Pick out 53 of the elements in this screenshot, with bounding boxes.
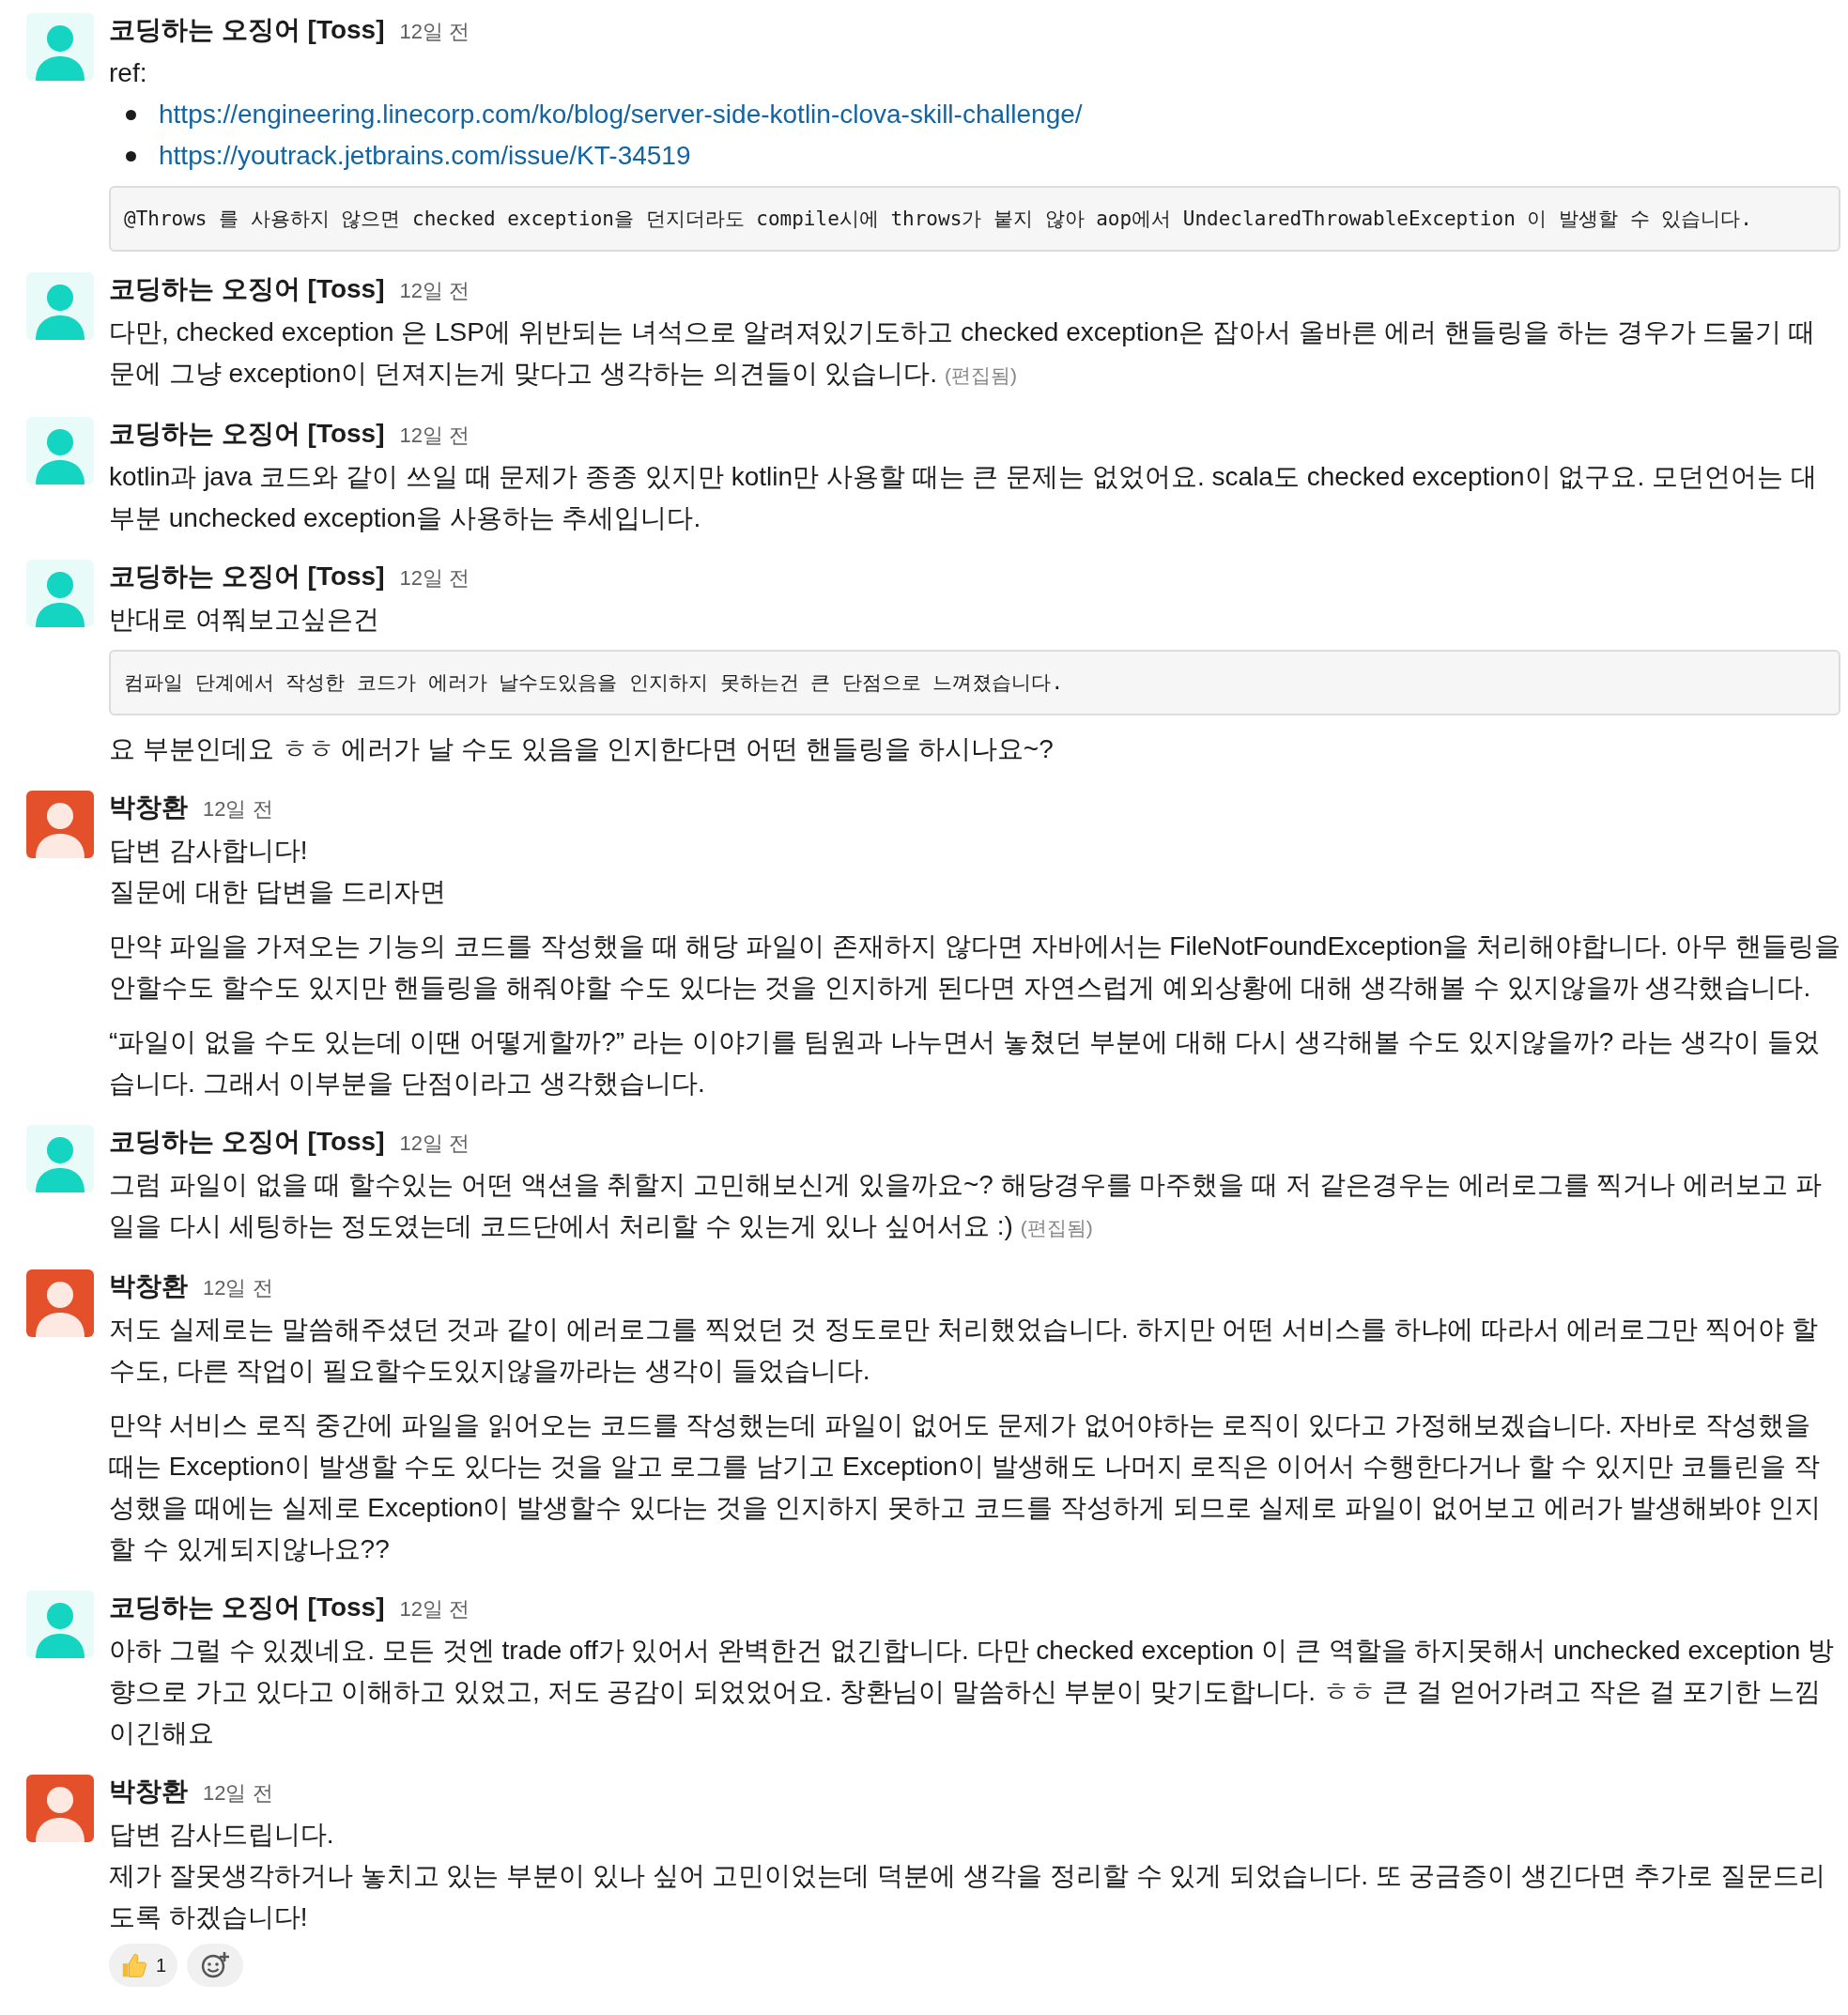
avatar-icon[interactable] [26,560,94,627]
message-text: 아하 그럴 수 있겠네요. 모든 것엔 trade off가 있어서 완벽한건 없긴합니다. 다만 checked exception 이 큰 역할을 하지못해서 unchecked exception 방향으로 가고 있다고 이해하고 있었고, 저도 공감이 되었었어요. 창환님이 말씀하신 부분이 맞기도합니다. ㅎㅎ 큰 걸 얻어가려고 작은 걸 포기한 느낌이긴해요 [109,1635,1836,1749]
reaction-count: 1 [156,1954,167,1977]
link[interactable]: https://youtrack.jetbrains.com/issue/KT-34519 [159,135,691,177]
message-text: 질문에 대한 답변을 드리자면 [109,876,448,908]
avatar-icon[interactable] [26,272,94,340]
reaction-button[interactable]: 1 [109,1944,178,1987]
timestamp[interactable]: 12일 전 [399,415,470,456]
timestamp[interactable]: 12일 전 [399,1589,470,1630]
message-text: 다만, checked exception 은 LSP에 위반되는 녀석으로 알려져있기도하고 checked exception은 잡아서 올바른 에러 핸들링을 하는 경우가 드물기 때문에 그냥 exception이 던져지는게 맞다고 생각하는 의견들이 있습니다. (편집됨) [109,316,1817,390]
add-emoji-icon [200,1950,231,1980]
timestamp[interactable]: 12일 전 [203,1773,273,1814]
author-name[interactable]: 박창환 [109,1266,188,1307]
bullet-icon [126,150,136,162]
author-name[interactable]: 코딩하는 오징어 [Toss] [109,9,385,51]
avatar-icon[interactable] [26,1591,94,1658]
add-reaction-button[interactable] [187,1944,244,1987]
bullet-icon [126,109,136,120]
message-text: 만약 파일을 가져오는 기능의 코드를 작성했을 때 해당 파일이 존재하지 않다면 자바에서는 FileNotFoundException을 처리해야합니다. 아무 핸들링을 안할수도 할수도 있지만 핸들링을 해줘야할 수도 있다는 것을 인지하게 된다면 자연스럽게 예외상황에 대해 생각해볼 수 있지않을까 생각했습니다. [109,931,1840,1004]
avatar-icon[interactable] [26,791,94,858]
message-text: 그럼 파일이 없을 때 할수있는 어떤 액션을 취할지 고민해보신게 있을까요~? 해당경우를 마주했을 때 저 같은경우는 에러로그를 찍거나 에러보고 파일을 다시 세팅하는 정도였는데 코드단에서 처리할 수 있는게 있나 싶어서요 :) (편집됨) [109,1169,1823,1242]
thumbs-up-icon [120,1951,148,1979]
avatar-icon[interactable] [26,417,94,485]
message-text: ref: [109,57,148,89]
timestamp[interactable]: 12일 전 [203,789,273,830]
author-name[interactable]: 코딩하는 오징어 [Toss] [109,556,385,597]
author-name[interactable]: 박창환 [109,787,188,828]
message-text: 만약 서비스 로직 중간에 파일을 읽어오는 코드를 작성했는데 파일이 없어도 문제가 없어야하는 로직이 있다고 가정해보겠습니다. 자바로 작성했을 때는 Exception이 발생할 수도 있다는 것을 알고 로그를 남기고 Exception이 발생해도 나머지 로직은 이어서 수행한다거나 할 수 있지만 코틀린을 작성했을 때에는 실제로 Exception이 발생할수 있다는 것을 인지하지 못하고 코드를 작성하게 되므로 실제로 파일이 없어보고 에러가 발생해봐야 인지할 수 있게되지않나요?? [109,1409,1823,1565]
message-text: 저도 실제로는 말씀해주셨던 것과 같이 에러로그를 찍었던 것 정도로만 처리했었습니다. 하지만 어떤 서비스를 하냐에 따라서 에러로그만 찍어야 할수도, 다른 작업이 필요할수도있지않을까라는 생각이 들었습니다. [109,1314,1820,1387]
link[interactable]: https://engineering.linecorp.com/ko/blog/server-side-kotlin-clova-skill-challenge/ [159,94,1083,135]
message-text: 반대로 여쭤보고싶은건 [109,604,380,636]
message-text: “파일이 없을 수도 있는데 이땐 어떻게할까?” 라는 이야기를 팀원과 나누면서 놓쳤던 부분에 대해 다시 생각해볼 수도 있지않을까? 라는 생각이 들었습니다. 그래서 이부분을 단점이라고 생각했습니다. [109,1026,1821,1100]
timestamp[interactable]: 12일 전 [399,558,470,599]
author-name[interactable]: 코딩하는 오징어 [Toss] [109,1587,385,1628]
author-name[interactable]: 박창환 [109,1771,188,1812]
message-text: 답변 감사합니다! [109,835,309,867]
avatar-icon[interactable] [26,1775,94,1842]
code-block: 컴파일 단계에서 작성한 코드가 에러가 날수도있음을 인지하지 못하는건 큰 단점으로 느껴졌습니다. [109,650,1840,715]
author-name[interactable]: 코딩하는 오징어 [Toss] [109,1121,385,1162]
timestamp[interactable]: 12일 전 [399,11,470,53]
message-text: 제가 잘못생각하거나 놓치고 있는 부분이 있나 싶어 고민이었는데 덕분에 생각을 정리할 수 있게 되었습니다. 또 궁금증이 생긴다면 추가로 질문드리도록 하겠습니다! [109,1860,1826,1933]
timestamp[interactable]: 12일 전 [399,1123,470,1164]
code-block: @Throws 를 사용하지 않으면 checked exception을 던지더라도 compile시에 throws가 붙지 않아 aop에서 UndeclaredThrowableException 이 발생할 수 있습니다. [109,186,1840,252]
avatar-icon[interactable] [26,1269,94,1337]
avatar-icon[interactable] [26,13,94,81]
author-name[interactable]: 코딩하는 오징어 [Toss] [109,269,385,310]
message-text: 요 부분인데요 ㅎㅎ 에러가 날 수도 있음을 인지한다면 어떤 핸들링을 하시나요~? [109,733,1055,765]
avatar-icon[interactable] [26,1125,94,1192]
author-name[interactable]: 코딩하는 오징어 [Toss] [109,413,385,454]
timestamp[interactable]: 12일 전 [203,1268,273,1309]
message-text: kotlin과 java 코드와 같이 쓰일 때 문제가 종종 있지만 kotlin만 사용할 때는 큰 문제는 없었어요. scala도 checked exception이 없구요. 모던언어는 대부분 unchecked exception을 사용하는 추세입니다. [109,461,1818,534]
message-text: 답변 감사드립니다. [109,1819,335,1851]
timestamp[interactable]: 12일 전 [399,270,470,312]
